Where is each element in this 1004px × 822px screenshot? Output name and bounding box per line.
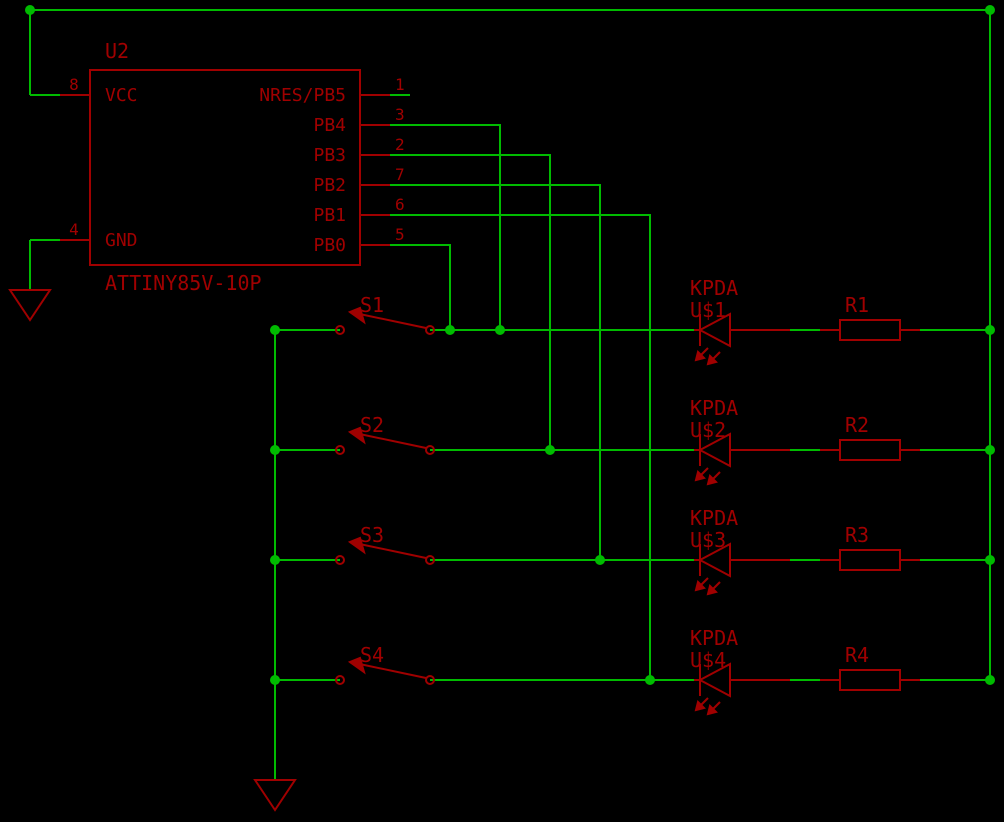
ic-u2: U2 ATTINY85V-10P 8 4 VCC GND 1 3 2 7 6 5… bbox=[60, 39, 405, 295]
svg-text:U$2: U$2 bbox=[690, 418, 726, 442]
svg-text:2: 2 bbox=[395, 135, 405, 154]
gnd-icon bbox=[10, 290, 50, 320]
svg-text:S4: S4 bbox=[360, 643, 384, 667]
switch-s2: S2 bbox=[336, 413, 434, 454]
svg-text:1: 1 bbox=[395, 75, 405, 94]
svg-text:R2: R2 bbox=[845, 413, 869, 437]
switch-s3: S3 bbox=[336, 523, 434, 564]
svg-text:3: 3 bbox=[395, 105, 405, 124]
schematic: U2 ATTINY85V-10P 8 4 VCC GND 1 3 2 7 6 5… bbox=[0, 0, 1004, 822]
svg-text:6: 6 bbox=[395, 195, 405, 214]
resistor-r4: R4 bbox=[820, 643, 920, 690]
svg-text:S3: S3 bbox=[360, 523, 384, 547]
resistor-r1: R1 bbox=[820, 293, 920, 340]
led-1: KPDA U$1 bbox=[690, 276, 790, 364]
svg-text:PB4: PB4 bbox=[313, 115, 346, 136]
svg-text:NRES/PB5: NRES/PB5 bbox=[259, 85, 346, 106]
svg-text:R4: R4 bbox=[845, 643, 869, 667]
svg-text:GND: GND bbox=[105, 230, 138, 251]
svg-text:U$4: U$4 bbox=[690, 648, 726, 672]
svg-text:KPDA: KPDA bbox=[690, 506, 738, 530]
resistor-r3: R3 bbox=[820, 523, 920, 570]
svg-text:U$3: U$3 bbox=[690, 528, 726, 552]
svg-text:PB1: PB1 bbox=[313, 205, 346, 226]
svg-text:S1: S1 bbox=[360, 293, 384, 317]
svg-text:KPDA: KPDA bbox=[690, 396, 738, 420]
led-2: KPDA U$2 bbox=[690, 396, 790, 484]
svg-text:4: 4 bbox=[69, 220, 79, 239]
ic-right-pins: 1 3 2 7 6 5 NRES/PB5 PB4 PB3 PB2 PB1 PB0 bbox=[259, 75, 404, 256]
svg-text:R3: R3 bbox=[845, 523, 869, 547]
gnd-icon bbox=[255, 780, 295, 810]
svg-text:VCC: VCC bbox=[105, 85, 138, 106]
svg-text:U$1: U$1 bbox=[690, 298, 726, 322]
svg-text:8: 8 bbox=[69, 75, 79, 94]
switch-s1: S1 bbox=[336, 293, 434, 334]
resistor-r2: R2 bbox=[820, 413, 920, 460]
svg-text:KPDA: KPDA bbox=[690, 276, 738, 300]
led-3: KPDA U$3 bbox=[690, 506, 790, 594]
led-4: KPDA U$4 bbox=[690, 626, 790, 714]
svg-text:PB0: PB0 bbox=[313, 235, 346, 256]
svg-text:5: 5 bbox=[395, 225, 405, 244]
svg-text:PB2: PB2 bbox=[313, 175, 346, 196]
switch-s4: S4 bbox=[336, 643, 434, 684]
svg-text:R1: R1 bbox=[845, 293, 869, 317]
svg-text:S2: S2 bbox=[360, 413, 384, 437]
ic-part: ATTINY85V-10P bbox=[105, 271, 262, 295]
svg-text:PB3: PB3 bbox=[313, 145, 346, 166]
svg-text:KPDA: KPDA bbox=[690, 626, 738, 650]
svg-text:7: 7 bbox=[395, 165, 405, 184]
ic-ref: U2 bbox=[105, 39, 129, 63]
